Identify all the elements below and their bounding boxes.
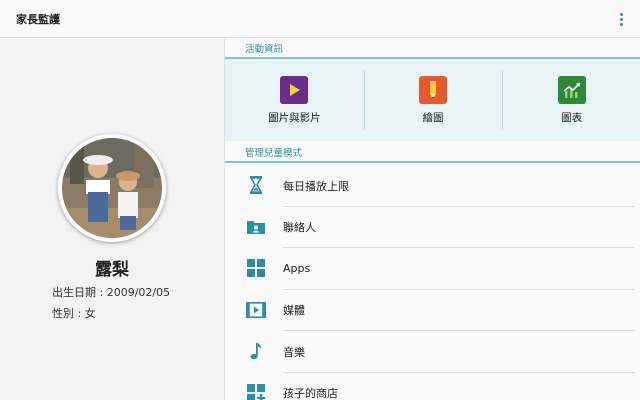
media-film-icon: [245, 300, 267, 320]
manage-section-header: 管理兒童模式: [225, 143, 640, 163]
menu-item-daily-limit[interactable]: 每日播放上限: [225, 165, 640, 207]
play-icon: [280, 75, 309, 104]
hourglass-icon: [245, 175, 267, 195]
content-pane: 活動資訊 圖片與影片 繪圖 圖表 管理兒童模式 每日播放上限 聯絡人 Apps …: [224, 39, 640, 400]
menu-item-apps[interactable]: Apps: [225, 248, 640, 290]
contacts-folder-icon: [245, 217, 267, 237]
menu-item-media[interactable]: 媒體: [225, 290, 640, 332]
menu-item-label: 每日播放上限: [283, 179, 349, 193]
menu-item-music[interactable]: 音樂: [225, 331, 640, 373]
activity-item-drawing[interactable]: 繪圖: [363, 59, 503, 141]
app-bar: 家長監護: [0, 0, 640, 38]
activity-item-label: 繪圖: [422, 111, 444, 124]
menu-item-label: Apps: [283, 262, 311, 276]
activity-section-header: 活動資訊: [225, 39, 640, 59]
child-name: 露梨: [95, 260, 129, 280]
birth-date: 出生日期 : 2009/02/05: [52, 286, 171, 299]
menu-item-label: 媒體: [283, 304, 305, 318]
menu-item-label: 聯絡人: [283, 221, 316, 235]
avatar[interactable]: [58, 134, 166, 242]
gender: 性別 : 女: [52, 307, 96, 320]
line-chart-icon: [557, 75, 586, 104]
apps-grid-icon: [245, 258, 267, 278]
pencil-icon: [419, 75, 447, 104]
activity-item-photos-videos[interactable]: 圖片與影片: [225, 59, 364, 141]
app-title: 家長監護: [16, 12, 60, 26]
child-photo: [62, 138, 162, 238]
activity-item-charts[interactable]: 圖表: [502, 59, 640, 141]
activity-item-label: 圖表: [561, 111, 583, 124]
menu-item-label: 孩子的商店: [283, 387, 338, 400]
activity-panel: 圖片與影片 繪圖 圖表: [225, 59, 640, 141]
overflow-menu-icon[interactable]: [614, 10, 628, 28]
profile-pane: 露梨 出生日期 : 2009/02/05 性別 : 女: [0, 39, 224, 400]
menu-item-kids-store[interactable]: 孩子的商店: [225, 373, 640, 400]
activity-item-label: 圖片與影片: [268, 111, 321, 124]
music-note-icon: [245, 341, 267, 361]
manage-menu-list: 每日播放上限 聯絡人 Apps 媒體 音樂 孩子的商店: [225, 165, 640, 400]
menu-item-contacts[interactable]: 聯絡人: [225, 207, 640, 249]
store-grid-add-icon: [245, 383, 267, 400]
menu-item-label: 音樂: [283, 345, 305, 359]
